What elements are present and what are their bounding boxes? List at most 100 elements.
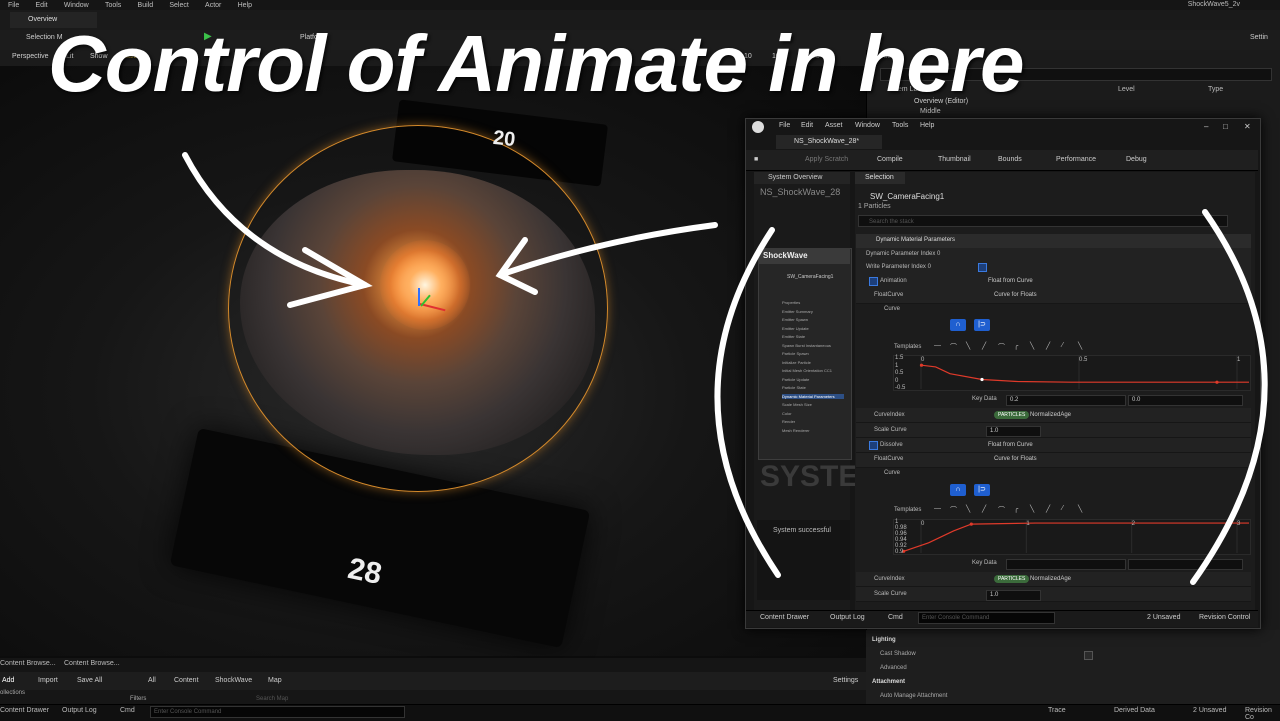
unsaved-indicator[interactable]: 2 Unsaved xyxy=(1193,707,1226,714)
dissolve-value[interactable]: Float from Curve xyxy=(988,442,1033,448)
breadcrumb-content[interactable]: Content xyxy=(174,677,199,684)
curve2-plot[interactable] xyxy=(893,519,1249,553)
emitter-stack-item[interactable]: Mesh Renderer xyxy=(782,428,844,433)
animation-value[interactable]: Float from Curve xyxy=(988,278,1033,284)
curve-template-icon[interactable]: ╲ xyxy=(1030,342,1034,350)
ng-menu-edit[interactable]: Edit xyxy=(801,122,813,129)
emitter-stack-item[interactable]: Render xyxy=(782,419,844,424)
curve-template-icon[interactable]: ⌒ xyxy=(950,342,957,352)
curve1-key-time[interactable]: 0.2 xyxy=(1006,395,1126,406)
curve-template-icon[interactable]: ⌒ xyxy=(950,505,957,515)
emitter-stack-item[interactable]: Emitter State xyxy=(782,334,844,339)
curve-template-icon[interactable]: ╲ xyxy=(1078,505,1082,513)
perspective-button[interactable]: Perspective xyxy=(12,53,49,60)
thumbnail-button[interactable]: Thumbnail xyxy=(938,156,971,163)
menu-tools[interactable]: Tools xyxy=(105,1,121,10)
ng-content-drawer-button[interactable]: Content Drawer xyxy=(760,614,809,621)
menu-help[interactable]: Help xyxy=(238,1,252,10)
ng-revision-control-button[interactable]: Revision Control xyxy=(1199,614,1250,621)
animation-checkbox[interactable] xyxy=(869,277,878,286)
tab-ns-shockwave[interactable]: NS_ShockWave_28* xyxy=(776,135,882,149)
ng-menu-tools[interactable]: Tools xyxy=(892,122,908,129)
breadcrumb-shockwave[interactable]: ShockWave xyxy=(215,677,252,684)
console-input[interactable]: Enter Console Command xyxy=(150,706,405,718)
compile-button[interactable]: Compile xyxy=(877,156,903,163)
menu-actor[interactable]: Actor xyxy=(205,1,221,10)
dissolve-checkbox[interactable] xyxy=(869,441,878,450)
save-all-button[interactable]: Save All xyxy=(77,677,102,684)
floatcurve1-value[interactable]: Curve for Floats xyxy=(994,292,1037,298)
emitter-stack-item[interactable]: Properties xyxy=(782,300,844,305)
emitter-stack-item[interactable]: Initialize Particle xyxy=(782,360,844,365)
ng-menu-file[interactable]: File xyxy=(779,122,790,129)
curve2-flatten-icon[interactable]: ∩ xyxy=(950,484,966,496)
content-drawer-button[interactable]: Content Drawer xyxy=(0,707,49,714)
curve-template-icon[interactable]: ⁄ xyxy=(1062,342,1063,349)
curve2-key-value[interactable] xyxy=(1128,559,1243,570)
curve-template-icon[interactable]: ╱ xyxy=(1046,505,1050,513)
curve-template-icon[interactable]: ⌒ xyxy=(998,342,1005,352)
menu-build[interactable]: Build xyxy=(138,1,154,10)
close-icon[interactable]: ✕ xyxy=(1244,122,1251,131)
tab-content-browser-2[interactable]: Content Browse... xyxy=(64,660,120,667)
row-advanced[interactable]: Advanced xyxy=(880,665,907,671)
maximize-icon[interactable]: □ xyxy=(1223,122,1228,131)
output-log-button[interactable]: Output Log xyxy=(62,707,97,714)
ng-menu-asset[interactable]: Asset xyxy=(825,122,843,129)
emitter-stack-item[interactable]: Emitter Spawn xyxy=(782,317,844,322)
scale-curve2-input[interactable]: 1.0 xyxy=(986,590,1041,601)
menu-window[interactable]: Window xyxy=(64,1,89,10)
curve-template-icon[interactable]: ╭ xyxy=(1014,505,1018,513)
curve1-fit-icon[interactable]: |⊃ xyxy=(974,319,990,331)
curve-index1-value[interactable]: NormalizedAge xyxy=(1030,412,1071,418)
save-icon[interactable]: ■ xyxy=(754,156,758,163)
curve-template-icon[interactable]: ╲ xyxy=(966,342,970,350)
cast-shadow-checkbox[interactable] xyxy=(1084,651,1093,660)
col-type[interactable]: Type xyxy=(1208,86,1223,93)
emitter-stack-item[interactable]: Emitter Summary xyxy=(782,309,844,314)
emitter-stack-item[interactable]: Initial Mesh Orientation CC1 xyxy=(782,368,844,373)
ng-menu-help[interactable]: Help xyxy=(920,122,934,129)
content-search-input[interactable]: Search Map xyxy=(256,696,288,702)
curve-template-icon[interactable]: — xyxy=(934,342,941,349)
cb-settings-button[interactable]: Settings xyxy=(833,677,858,684)
col-level[interactable]: Level xyxy=(1118,86,1135,93)
curve-template-icon[interactable]: ╲ xyxy=(1030,505,1034,513)
stack-search-input[interactable]: Search the stack xyxy=(858,215,1228,227)
tab-selection[interactable]: Selection xyxy=(855,172,905,184)
menu-file[interactable]: File xyxy=(8,1,19,10)
curve-template-icon[interactable]: ╱ xyxy=(1046,342,1050,350)
emitter-stack-item[interactable]: Dynamic Material Parameters xyxy=(782,393,844,399)
emitter-stack-item[interactable]: Particle Update xyxy=(782,377,844,382)
cmd-button[interactable]: Cmd xyxy=(120,707,135,714)
floatcurve2-value[interactable]: Curve for Floats xyxy=(994,456,1037,462)
filters-button[interactable]: Filters xyxy=(130,696,146,702)
import-button[interactable]: Import xyxy=(38,677,58,684)
write-param-checkbox[interactable] xyxy=(978,263,987,272)
breadcrumb-map[interactable]: Map xyxy=(268,677,282,684)
apply-scratch-button[interactable]: Apply Scratch xyxy=(805,156,848,163)
bounds-button[interactable]: Bounds xyxy=(998,156,1022,163)
curve-template-icon[interactable]: ╲ xyxy=(966,505,970,513)
curve1-key-value[interactable]: 0.0 xyxy=(1128,395,1243,406)
derived-data-button[interactable]: Derived Data xyxy=(1114,707,1155,714)
performance-button[interactable]: Performance xyxy=(1056,156,1096,163)
tab-system-overview[interactable]: System Overview xyxy=(754,172,850,184)
section-lighting[interactable]: Lighting xyxy=(872,637,896,643)
add-button[interactable]: Add xyxy=(2,677,14,684)
emitter-stack-item[interactable]: Particle State xyxy=(782,385,844,390)
ng-unsaved-indicator[interactable]: 2 Unsaved xyxy=(1147,614,1180,621)
debug-button[interactable]: Debug xyxy=(1126,156,1147,163)
emitter-stack-item[interactable]: Spawn Burst Instantaneous xyxy=(782,343,844,348)
breadcrumb-all[interactable]: All xyxy=(148,677,156,684)
menu-edit[interactable]: Edit xyxy=(36,1,48,10)
curve1-plot[interactable] xyxy=(893,355,1249,389)
revision-control-button[interactable]: Revision Co xyxy=(1245,707,1280,721)
tab-content-browser-1[interactable]: Content Browse... xyxy=(0,660,56,667)
emitter-stack-item[interactable]: Scale Mesh Size xyxy=(782,402,844,407)
emitter-stack-item[interactable]: Color xyxy=(782,411,844,416)
ng-output-log-button[interactable]: Output Log xyxy=(830,614,865,621)
curve-template-icon[interactable]: ╲ xyxy=(1078,342,1082,350)
curve1-flatten-icon[interactable]: ∩ xyxy=(950,319,966,331)
curve-template-icon[interactable]: ╱ xyxy=(982,505,986,513)
